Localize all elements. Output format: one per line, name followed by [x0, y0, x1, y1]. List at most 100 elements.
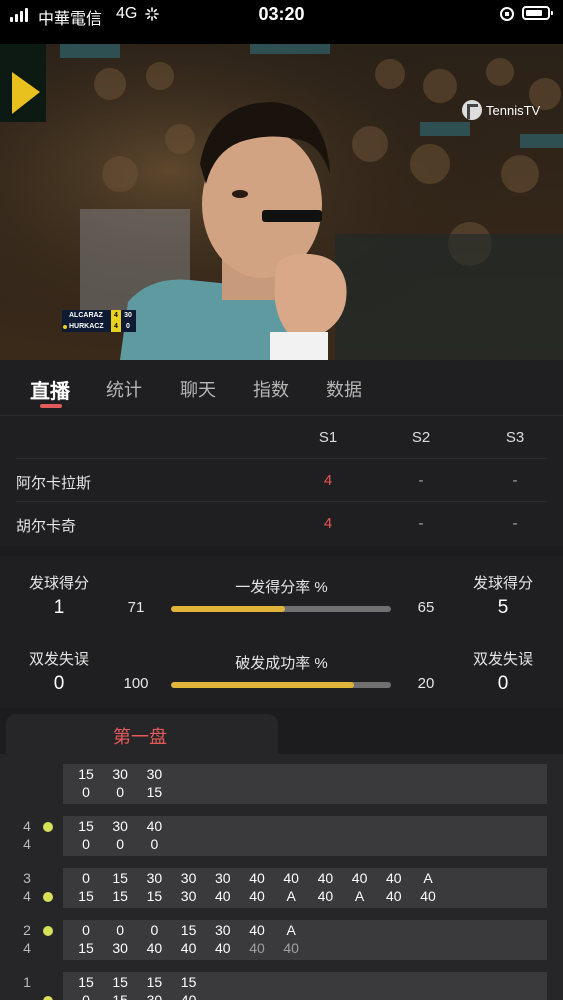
stat-bar [171, 606, 391, 612]
point-score: 40 [180, 940, 197, 956]
point-score: 0 [82, 836, 90, 852]
point-score: 0 [82, 992, 90, 1000]
tennistv-logo: TennisTV [462, 100, 540, 120]
server-dot [43, 822, 53, 832]
point-score: 30 [112, 766, 128, 782]
stat-left-pct: 100 [123, 675, 149, 692]
game-score: 4 [23, 836, 31, 852]
tab-indicator [40, 404, 62, 408]
point-score: A [286, 922, 296, 938]
scorebug: ALCARAZ 4 30 HURKACZ 4 0 [62, 310, 136, 332]
game-row: 1 15 15 15 15 0 15 30 40 [0, 972, 563, 1000]
brand-name: TennisTV [486, 102, 541, 118]
game-row: 3 4 0 15 30 30 30 40 40 40 40 40 A 15 15 15 30 40 40 A 40 A 40… [0, 868, 563, 912]
scorebug-points: 0 [126, 323, 130, 330]
point-score: 40 [146, 818, 163, 834]
point-line: 0 15 30 40 [70, 992, 550, 1000]
stat-right-pct: 65 [417, 599, 435, 616]
stat-bar-fill [171, 606, 286, 612]
game-score: 1 [23, 974, 31, 990]
set-score-table: S1 S2 S3 阿尔卡拉斯 4 - - 胡尔卡奇 4 - - [0, 416, 563, 546]
stat-left-label: 双发失误 [28, 651, 89, 668]
point-score: 30 [215, 922, 231, 938]
point-by-point-panel: 第一盘 15 30 30 0 0 15 4 4 15 30 40 0 0 0 3 4 0 15 30 30 30 40 40… [0, 714, 563, 1000]
point-score: 30 [112, 818, 128, 834]
scorebug-player: ALCARAZ [69, 312, 103, 319]
server-dot [43, 996, 53, 1000]
game-score: 2 [23, 922, 31, 938]
point-score: 40 [249, 888, 265, 904]
point-line: 15 15 15 30 40 40 A 40 A 40 40 [70, 888, 550, 906]
point-score: 40 [317, 888, 334, 904]
point-score: 40 [351, 870, 368, 886]
scorebug-row: ALCARAZ 4 30 [62, 310, 136, 321]
point-score: 15 [78, 766, 94, 782]
tab-live[interactable]: 直播 [30, 375, 70, 404]
tennistv-icon [462, 100, 482, 120]
stat-left-value: 1 [53, 597, 65, 618]
point-score: 0 [116, 922, 125, 938]
point-line: 0 15 30 30 30 40 40 40 40 40 A [70, 870, 550, 888]
stat-right-label: 发球得分 [472, 575, 533, 592]
point-score: 15 [112, 992, 128, 1000]
point-score: 30 [180, 870, 197, 886]
set-score-header: S1 S2 S3 [16, 416, 547, 459]
stat-title: 一发得分率 % [235, 579, 328, 596]
point-score: 40 [249, 870, 265, 886]
stat-right-value: 5 [497, 597, 509, 618]
point-line: 15 30 40 [70, 818, 550, 836]
point-score: 0 [82, 870, 90, 886]
player-name: 胡尔卡奇 [16, 518, 77, 535]
point-score: 40 [215, 888, 231, 904]
scorebug-set: 4 [111, 321, 121, 332]
point-line: 0 0 0 [70, 836, 550, 854]
point-line: 15 15 15 15 [70, 974, 550, 992]
point-line: 15 30 30 [70, 766, 550, 784]
stat-bar [171, 682, 391, 688]
point-score: 0 [116, 784, 125, 800]
point-score: 15 [180, 974, 197, 990]
point-score: 30 [146, 992, 163, 1000]
point-score: A [354, 888, 365, 904]
point-score: 40 [420, 888, 436, 904]
tab-data[interactable]: 数据 [326, 376, 362, 402]
point-score: 30 [180, 888, 197, 904]
point-score: 40 [249, 922, 265, 938]
game-score: 4 [23, 818, 31, 834]
set-header: S3 [505, 429, 525, 446]
game-score: 3 [23, 870, 31, 886]
set-score: - [418, 515, 424, 532]
point-score: 40 [146, 940, 163, 956]
point-score: 30 [112, 940, 128, 956]
stat-right-pct: 20 [417, 675, 435, 692]
point-score: 0 [82, 922, 90, 938]
scorebug-player: HURKACZ [69, 323, 104, 330]
set-header: S2 [411, 429, 431, 446]
point-score: 30 [215, 870, 231, 886]
point-score: 15 [78, 888, 94, 904]
server-dot [43, 926, 53, 936]
game-row: 4 4 15 30 40 0 0 0 [0, 816, 563, 860]
tab-chat[interactable]: 聊天 [180, 376, 216, 402]
point-line: 15 30 40 40 40 40 40 [70, 940, 550, 958]
tab-stats[interactable]: 统计 [106, 376, 142, 402]
game-row: 2 4 0 0 0 15 30 40 A 15 30 40 40 40 40 40 [0, 920, 563, 964]
point-score: 15 [146, 784, 163, 800]
server-dot [43, 892, 53, 902]
point-score: 0 [150, 836, 159, 852]
point-score: 15 [78, 974, 94, 990]
set-score: - [512, 515, 518, 532]
point-score: 40 [180, 992, 197, 1000]
point-score: 30 [146, 870, 163, 886]
set-score: 4 [323, 472, 333, 489]
point-score: 0 [150, 922, 159, 938]
scorebug-row: HURKACZ 4 0 [62, 321, 136, 332]
set-tab-label[interactable]: 第一盘 [0, 723, 280, 749]
video-player[interactable]: TennisTV ALCARAZ 4 30 HURKACZ 4 0 [0, 44, 563, 360]
tab-index[interactable]: 指数 [253, 376, 289, 402]
point-score: 15 [180, 922, 197, 938]
point-score: 40 [215, 940, 231, 956]
point-score: 15 [78, 940, 94, 956]
point-score: 15 [112, 974, 128, 990]
player-name: 阿尔卡拉斯 [16, 475, 92, 492]
